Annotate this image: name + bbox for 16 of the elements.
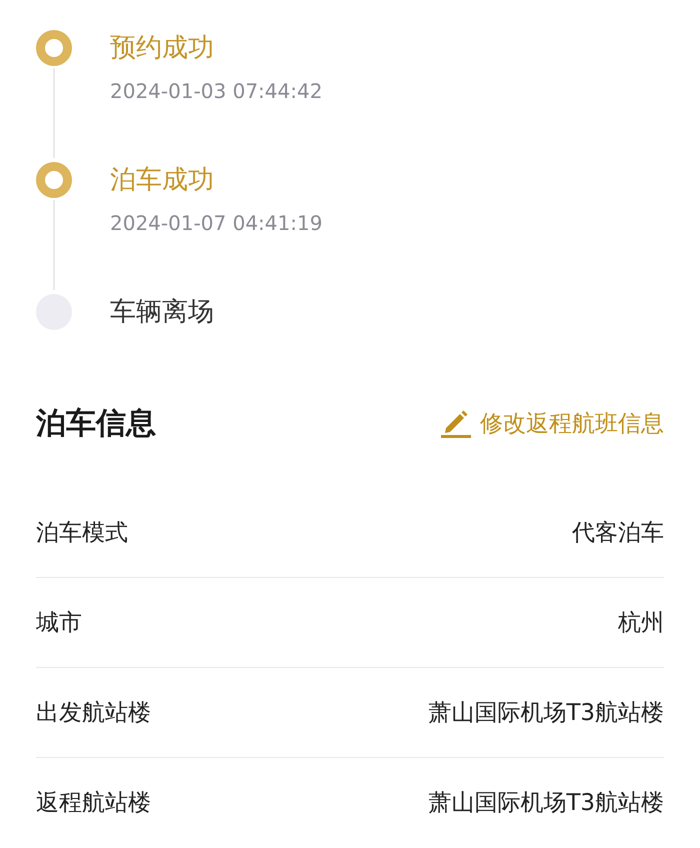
field-value: 杭州	[618, 609, 664, 638]
step-time: 2024-01-07 04:41:19	[110, 210, 322, 237]
field-label: 城市	[36, 609, 82, 638]
step-title: 车辆离场	[110, 296, 214, 329]
edit-flight-link[interactable]: 修改返程航班信息	[440, 408, 664, 438]
field-label: 返程航站楼	[36, 789, 151, 818]
step-title: 预约成功	[110, 32, 215, 65]
field-value: 萧山国际机场T3航站楼	[428, 789, 664, 818]
pencil-icon	[440, 408, 472, 438]
field-value: 萧山国际机场T3航站楼	[428, 699, 664, 728]
field-value: 代客泊车	[572, 519, 664, 548]
step-title: 泊车成功	[110, 164, 215, 197]
section-title: 泊车信息	[36, 404, 156, 442]
step-time: 2024-01-03 07:44:42	[110, 78, 322, 105]
field-label: 出发航站楼	[36, 699, 151, 728]
field-label: 泊车模式	[36, 519, 128, 548]
